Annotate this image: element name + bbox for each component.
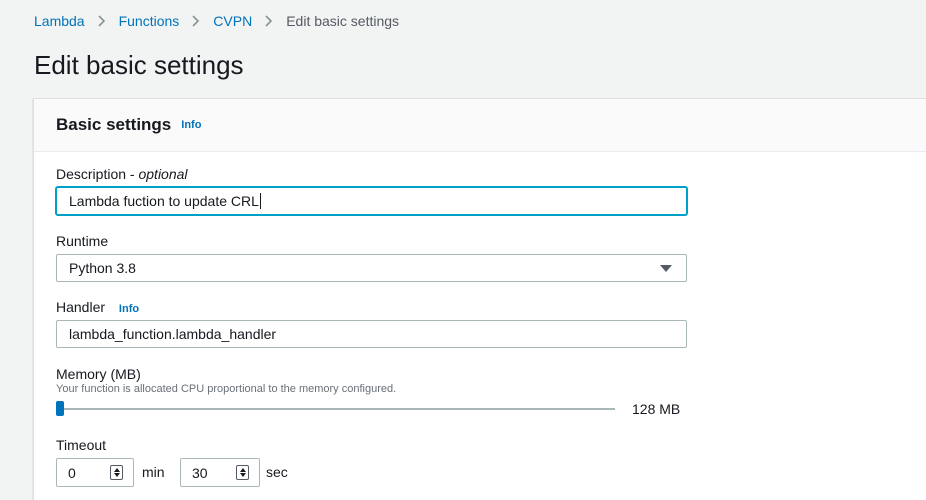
memory-slider-track[interactable] bbox=[62, 408, 615, 410]
page-title: Edit basic settings bbox=[34, 50, 244, 80]
description-input[interactable]: Lambda fuction to update CRL bbox=[56, 187, 687, 215]
timeout-label: Timeout bbox=[56, 437, 107, 453]
handler-info-link[interactable]: Info bbox=[119, 303, 139, 315]
timeout-min-unit: min bbox=[142, 464, 165, 480]
memory-label: Memory (MB) bbox=[56, 366, 141, 382]
chevron-right-icon bbox=[192, 15, 200, 27]
timeout-sec-value: 30 bbox=[192, 464, 208, 481]
caret-down-icon bbox=[660, 265, 672, 272]
memory-hint: Your function is allocated CPU proportio… bbox=[56, 383, 397, 395]
description-label: Description - optional bbox=[56, 166, 188, 182]
timeout-min-value: 0 bbox=[68, 464, 76, 481]
timeout-sec-input[interactable]: 30 bbox=[180, 458, 260, 487]
timeout-sec-unit: sec bbox=[266, 464, 288, 480]
description-optional: optional bbox=[138, 166, 188, 182]
handler-label: Handler Info bbox=[56, 299, 139, 315]
description-label-text: Description bbox=[56, 166, 127, 182]
breadcrumb-current: Edit basic settings bbox=[286, 13, 400, 29]
spinner-icon[interactable] bbox=[110, 465, 123, 480]
chevron-right-icon bbox=[265, 15, 273, 27]
handler-input[interactable]: lambda_function.lambda_handler bbox=[56, 320, 687, 348]
breadcrumb: Lambda Functions CVPN Edit basic setting… bbox=[34, 13, 399, 29]
breadcrumb-cvpn[interactable]: CVPN bbox=[213, 13, 252, 29]
panel-header: Basic settings Info bbox=[34, 99, 926, 152]
text-caret bbox=[259, 193, 261, 209]
basic-settings-panel: Basic settings Info Description - option… bbox=[33, 98, 926, 500]
handler-label-text: Handler bbox=[56, 299, 106, 315]
handler-value: lambda_function.lambda_handler bbox=[69, 326, 277, 342]
spinner-icon[interactable] bbox=[236, 465, 249, 480]
memory-slider-handle[interactable] bbox=[56, 401, 64, 416]
panel-title: Basic settings bbox=[56, 115, 172, 134]
breadcrumb-lambda[interactable]: Lambda bbox=[34, 13, 85, 29]
description-value: Lambda fuction to update CRL bbox=[69, 193, 259, 209]
chevron-right-icon bbox=[98, 15, 106, 27]
runtime-label: Runtime bbox=[56, 233, 109, 249]
runtime-value: Python 3.8 bbox=[69, 260, 136, 276]
timeout-min-input[interactable]: 0 bbox=[56, 458, 134, 487]
breadcrumb-functions[interactable]: Functions bbox=[119, 13, 180, 29]
memory-value: 128 MB bbox=[632, 401, 681, 417]
panel-info-link[interactable]: Info bbox=[181, 119, 201, 131]
runtime-select[interactable]: Python 3.8 bbox=[56, 254, 687, 282]
